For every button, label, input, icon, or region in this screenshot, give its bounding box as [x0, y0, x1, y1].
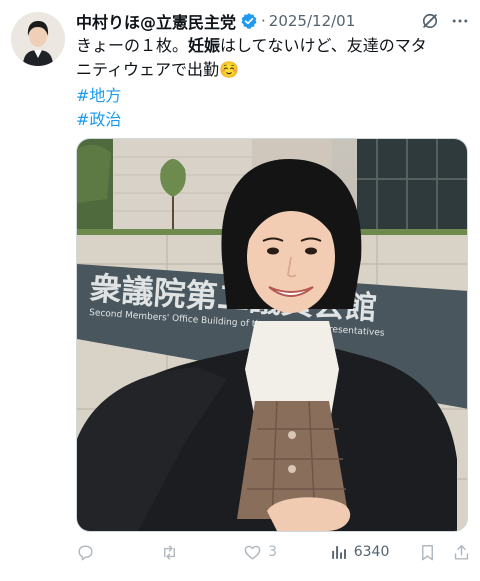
avatar[interactable]	[11, 12, 65, 66]
bookmark-icon	[422, 544, 434, 560]
grok-icon[interactable]	[420, 11, 440, 31]
post-text: きょーの１枚。妊娠はしてないけど、友達のマタ ニティウェアで出勤☺️	[76, 34, 466, 82]
like-count: 3	[268, 544, 278, 560]
verified-badge-icon	[241, 13, 257, 29]
more-options-icon[interactable]	[450, 11, 470, 31]
share-icon	[454, 544, 469, 560]
display-name[interactable]: 中村りほ@立憲民主党	[76, 9, 236, 33]
post-text-segment: はしてないけど、友達のマタ	[220, 36, 427, 55]
like-button[interactable]: 3	[243, 543, 329, 562]
separator-dot: ·	[261, 12, 266, 30]
selfie-photo: 衆議院第二議員会館 Second Members' Office Buildin…	[77, 139, 467, 531]
bookmark-button[interactable]	[418, 543, 452, 562]
hashtag-link[interactable]: #政治	[76, 106, 121, 130]
post-timestamp[interactable]: 2025/12/01	[269, 12, 355, 30]
repost-icon	[163, 544, 175, 560]
post-text-line-1: きょーの１枚。妊娠はしてないけど、友達のマタ	[76, 34, 466, 58]
post-text-bold-segment: 妊娠	[188, 36, 221, 55]
views-count: 6340	[353, 544, 390, 560]
post-text-segment: きょーの１枚。	[76, 36, 189, 55]
post-action-bar: 3 6340	[76, 540, 472, 564]
post-header: 中村りほ@立憲民主党 · 2025/12/01	[76, 9, 470, 33]
heart-icon	[244, 545, 261, 560]
share-button[interactable]	[452, 543, 472, 562]
views-button[interactable]: 6340	[329, 543, 419, 562]
reply-icon	[78, 544, 93, 560]
post-media-image[interactable]: 衆議院第二議員会館 Second Members' Office Buildin…	[76, 138, 468, 532]
views-chart-icon	[331, 545, 346, 559]
post-text-line-2: ニティウェアで出勤☺️	[76, 60, 239, 79]
hashtag-link[interactable]: #地方	[76, 82, 121, 106]
reply-button[interactable]	[76, 543, 160, 562]
repost-button[interactable]	[160, 543, 244, 562]
avatar-image	[11, 12, 65, 66]
